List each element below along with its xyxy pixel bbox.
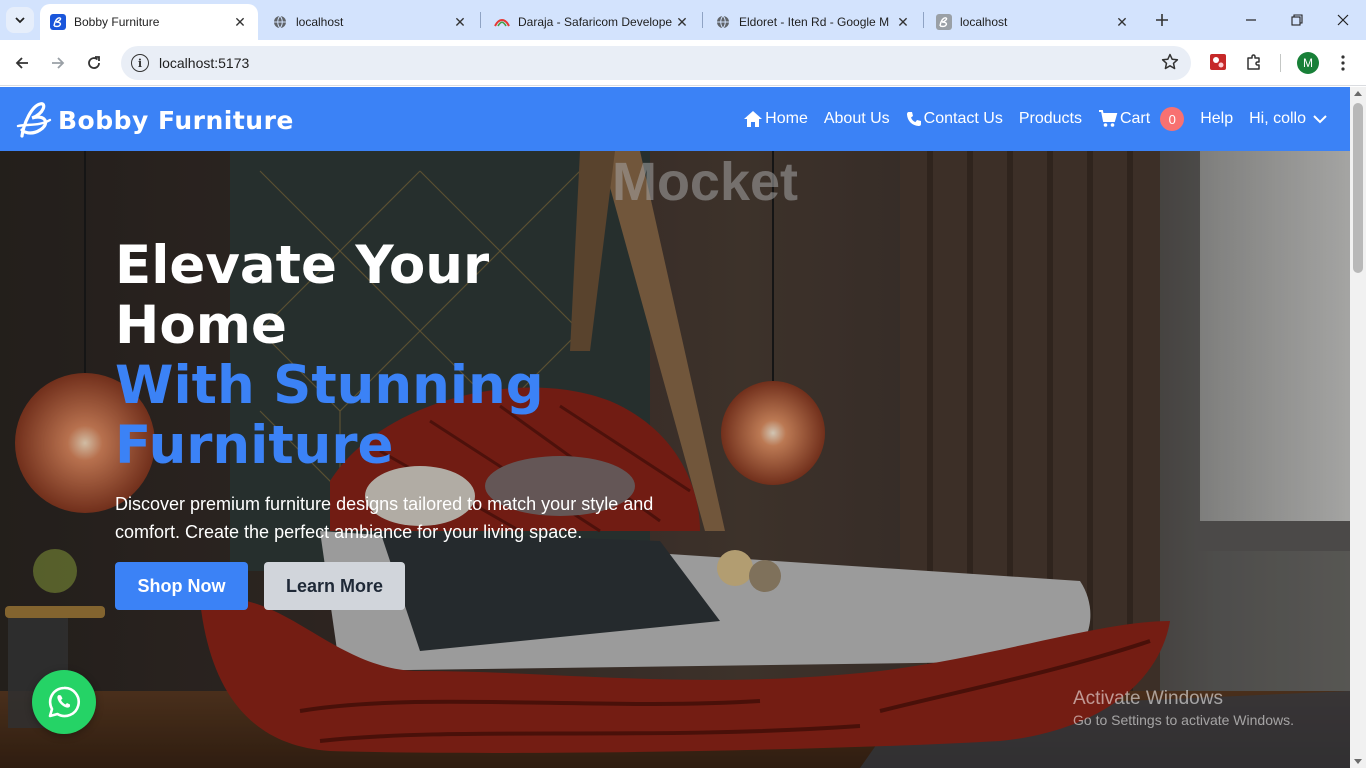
globe-icon <box>272 14 288 30</box>
activate-windows-title: Activate Windows <box>1073 688 1223 709</box>
activate-windows-subtitle: Go to Settings to activate Windows. <box>1073 712 1294 728</box>
page-viewport: Bobby Furniture Home About Us Contact Us… <box>0 87 1350 768</box>
hero-title-accent: Furniture <box>115 415 394 476</box>
chevron-down-icon <box>1313 115 1327 124</box>
nav-contact-label: Contact Us <box>923 110 1003 127</box>
nav-about[interactable]: About Us <box>824 110 890 128</box>
address-bar[interactable]: i localhost:5173 <box>121 46 1191 80</box>
close-icon[interactable]: ✕ <box>232 14 248 30</box>
tab-title: Eldoret - Iten Rd - Google M <box>739 15 890 29</box>
chevron-down-icon <box>15 17 25 24</box>
tab-title: Daraja - Safaricom Develope <box>518 15 673 29</box>
puzzle-icon[interactable] <box>1243 51 1265 73</box>
hero-section: Mocket Elevate Your Home With Stunning F… <box>0 151 1350 768</box>
nav-links: Home About Us Contact Us Products Cart 0… <box>727 87 1330 151</box>
arrow-left-icon <box>15 57 28 69</box>
restore-icon <box>1291 14 1303 26</box>
hero-title-accent: With Stunning <box>115 355 544 416</box>
plus-icon <box>1156 14 1168 26</box>
nav-help-label: Help <box>1200 110 1234 127</box>
hero-description: Discover premium furniture designs tailo… <box>115 494 654 542</box>
minimize-icon <box>1246 19 1256 21</box>
close-icon <box>1337 14 1349 26</box>
restore-button[interactable] <box>1274 0 1320 40</box>
nav-home-label: Home <box>765 110 808 127</box>
site-logo[interactable]: Bobby Furniture <box>16 100 294 140</box>
minimize-button[interactable] <box>1228 0 1274 40</box>
reload-icon <box>88 56 100 69</box>
bobby-logo-icon <box>936 14 952 30</box>
user-greeting: Hi, collo <box>1249 110 1306 127</box>
reload-button[interactable] <box>80 49 108 77</box>
bobby-logo-icon <box>50 14 66 30</box>
user-menu[interactable]: Hi, collo <box>1249 110 1330 128</box>
tab-separator <box>702 12 703 28</box>
hero-content: Elevate Your Home With Stunning Furnitur… <box>115 236 735 610</box>
scroll-up-arrow-icon[interactable] <box>1354 91 1362 96</box>
globe-icon <box>715 14 731 30</box>
tab-title: Bobby Furniture <box>74 15 160 29</box>
shop-now-button[interactable]: Shop Now <box>115 562 248 610</box>
home-icon <box>744 111 763 127</box>
toolbar-separator <box>1280 54 1281 72</box>
nav-about-label: About Us <box>823 110 890 127</box>
new-tab-button[interactable] <box>1150 8 1174 32</box>
cart-icon <box>1098 110 1118 127</box>
whatsapp-button[interactable] <box>32 670 96 734</box>
nav-contact[interactable]: Contact Us <box>906 110 1003 128</box>
tab-google-maps[interactable]: Eldoret - Iten Rd - Google M ✕ <box>705 4 921 40</box>
close-icon[interactable]: ✕ <box>895 14 911 30</box>
nav-cart[interactable]: Cart 0 <box>1098 107 1185 131</box>
arrow-right-icon <box>52 57 65 69</box>
page-scrollbar[interactable] <box>1350 87 1366 768</box>
nav-products[interactable]: Products <box>1019 110 1082 128</box>
tab-separator <box>480 12 481 28</box>
tab-localhost-2[interactable]: localhost ✕ <box>926 4 1140 40</box>
daraja-icon <box>494 14 510 30</box>
close-icon[interactable]: ✕ <box>1114 14 1130 30</box>
browser-toolbar: i localhost:5173 M <box>0 40 1366 86</box>
forward-button[interactable] <box>44 49 72 77</box>
brand-name: Bobby Furniture <box>58 105 294 135</box>
nav-home[interactable]: Home <box>743 110 808 128</box>
hero-title-line: Home <box>115 295 287 356</box>
nav-cart-label: Cart <box>1119 110 1151 127</box>
site-navbar: Bobby Furniture Home About Us Contact Us… <box>0 87 1350 151</box>
nav-products-label: Products <box>1018 110 1082 127</box>
close-icon[interactable]: ✕ <box>674 14 690 30</box>
tab-search-button[interactable] <box>6 7 34 33</box>
tab-localhost[interactable]: localhost ✕ <box>262 4 478 40</box>
profile-avatar[interactable]: M <box>1297 52 1319 74</box>
tab-separator <box>923 12 924 28</box>
bobby-logo-icon <box>16 102 52 138</box>
tab-strip: Bobby Furniture ✕ localhost ✕ Daraja - S… <box>0 0 1366 40</box>
back-button[interactable] <box>8 49 36 77</box>
whatsapp-icon <box>48 686 80 718</box>
tab-title: localhost <box>960 15 1008 29</box>
tab-title: localhost <box>296 15 344 29</box>
extension-icon[interactable] <box>1207 51 1229 73</box>
close-window-button[interactable] <box>1320 0 1366 40</box>
star-icon[interactable] <box>1161 53 1179 76</box>
cart-count-badge: 0 <box>1160 107 1185 131</box>
tab-daraja[interactable]: Daraja - Safaricom Develope ✕ <box>484 4 700 40</box>
scrollbar-thumb[interactable] <box>1353 103 1363 273</box>
learn-more-button[interactable]: Learn More <box>264 562 405 610</box>
hero-title: Elevate Your Home With Stunning Furnitur… <box>115 236 735 476</box>
phone-icon <box>906 112 921 126</box>
close-icon[interactable]: ✕ <box>452 14 468 30</box>
url-text[interactable]: localhost:5173 <box>159 55 249 71</box>
hero-buttons: Shop Now Learn More <box>115 562 735 610</box>
tab-bobby-furniture[interactable]: Bobby Furniture ✕ <box>40 4 258 40</box>
hero-title-line: Elevate Your <box>115 235 490 296</box>
nav-help[interactable]: Help <box>1200 110 1233 128</box>
scroll-down-arrow-icon[interactable] <box>1354 759 1362 764</box>
info-icon[interactable]: i <box>131 54 149 72</box>
more-menu-icon[interactable] <box>1333 51 1353 75</box>
activate-windows-notice: Activate Windows Go to Settings to activ… <box>1073 688 1294 728</box>
